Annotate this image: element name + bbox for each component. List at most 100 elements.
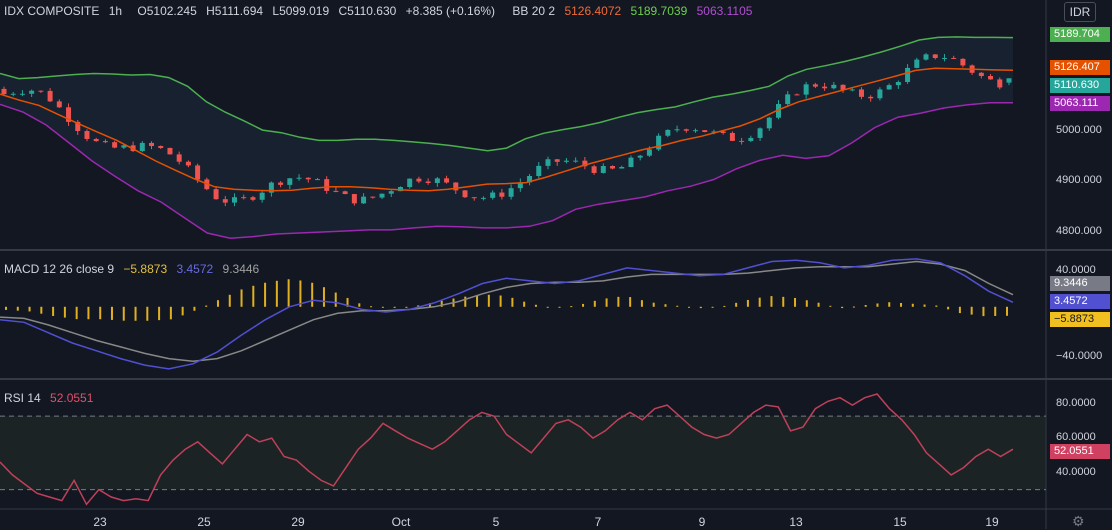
candle-body — [941, 57, 947, 59]
ohlc-open: O5102.245 — [137, 4, 197, 18]
candle-body — [416, 178, 422, 182]
macd-histogram-bar — [688, 306, 691, 308]
candle-body — [434, 178, 440, 183]
macd-histogram-bar — [110, 306, 113, 320]
macd-tick: 40.0000 — [1056, 264, 1096, 276]
time-tick: Oct — [391, 515, 411, 529]
bb-lower-badge: 5063.111 — [1050, 96, 1110, 111]
macd-histogram-bar — [958, 306, 961, 314]
candle-body — [573, 160, 579, 162]
rsi-legend: RSI 14 52.0551 — [4, 391, 99, 405]
rsi-value: 52.0551 — [50, 391, 94, 405]
macd-histogram-bar — [476, 295, 479, 307]
candle-body — [637, 155, 643, 158]
candle-body — [794, 94, 800, 96]
candle-body — [112, 142, 118, 148]
candle-body — [858, 89, 864, 97]
macd-signal-badge: 9.3446 — [1050, 276, 1110, 291]
candle-body — [1, 88, 7, 95]
macd-histogram-bar — [499, 295, 502, 307]
candle-body — [766, 117, 772, 129]
macd-line-badge: 3.4572 — [1050, 294, 1110, 309]
currency-button[interactable]: IDR — [1064, 2, 1096, 22]
macd-signal-value: 9.3446 — [222, 262, 260, 276]
macd-histogram-bar — [699, 306, 702, 309]
macd-histogram-bar — [5, 306, 7, 310]
macd-histogram-bar — [299, 280, 302, 307]
candle-body — [19, 93, 25, 95]
candle-body — [379, 193, 385, 198]
time-tick: 9 — [698, 515, 706, 529]
candle-body — [554, 159, 560, 162]
macd-histogram-bar — [381, 306, 384, 308]
macd-histogram-bar — [322, 287, 325, 307]
macd-histogram-bar — [782, 296, 785, 307]
macd-histogram-bar — [275, 280, 278, 307]
candle-body — [480, 197, 486, 199]
macd-histogram-bar — [558, 306, 561, 308]
macd-histogram-bar — [334, 292, 337, 307]
macd-histogram-bar — [994, 306, 997, 316]
candle-body — [978, 72, 984, 77]
candle-body — [914, 59, 920, 68]
macd-histogram-bar — [511, 297, 514, 307]
macd-histogram-bar — [87, 306, 90, 320]
macd-histogram-bar — [970, 306, 973, 315]
candle-body — [803, 84, 809, 95]
candle-body — [361, 196, 367, 204]
candle-body — [997, 79, 1003, 88]
candle-body — [158, 146, 164, 148]
interval-label[interactable]: 1h — [109, 4, 122, 18]
macd-histogram-bar — [852, 306, 855, 308]
macd-histogram-bar — [629, 297, 632, 307]
macd-histogram-bar — [181, 306, 184, 316]
candle-body — [195, 165, 201, 180]
candle-body — [149, 142, 155, 147]
time-tick: 23 — [93, 515, 107, 529]
macd-histogram-bar — [723, 305, 726, 307]
candle-body — [693, 130, 699, 132]
macd-histogram-bar — [640, 300, 643, 307]
candle-body — [849, 89, 855, 91]
candle-body — [287, 178, 293, 185]
macd-histogram-bar — [805, 300, 808, 307]
macd-histogram-bar — [546, 306, 549, 308]
candle-body — [545, 159, 551, 166]
candle-body — [702, 130, 708, 133]
rsi-band-fill — [0, 416, 1046, 490]
candle-body — [490, 192, 496, 198]
macd-histogram-bar — [264, 282, 267, 307]
candle-body — [351, 194, 357, 204]
macd-histogram-bar — [841, 306, 844, 309]
candle-body — [932, 54, 938, 58]
rsi-tick: 80.0000 — [1056, 397, 1096, 409]
macd-histogram-bar — [75, 306, 78, 320]
candle-body — [47, 90, 53, 102]
candle-body — [314, 179, 320, 181]
ohlc-high: H5111.694 — [206, 4, 264, 18]
macd-histogram-bar — [593, 300, 596, 307]
macd-histogram-bar — [746, 299, 749, 307]
candle-body — [84, 130, 90, 139]
candle-body — [38, 90, 44, 92]
gear-icon[interactable]: ⚙ — [1072, 513, 1085, 530]
macd-histogram-bar — [16, 306, 19, 311]
macd-indicator-label[interactable]: MACD 12 26 close 9 — [4, 262, 114, 276]
macd-legend: MACD 12 26 close 9 −5.8873 3.4572 9.3446 — [4, 262, 265, 276]
macd-histogram-bar — [370, 306, 373, 308]
candle-body — [176, 154, 182, 162]
candle-body — [139, 142, 145, 152]
macd-hist-value: −5.8873 — [123, 262, 168, 276]
rsi-indicator-label[interactable]: RSI 14 — [4, 391, 41, 405]
symbol-name[interactable]: IDX COMPOSITE — [4, 4, 99, 18]
bb-indicator-label[interactable]: BB 20 2 — [512, 4, 555, 18]
macd-tick: −40.0000 — [1056, 350, 1103, 362]
time-tick: 5 — [492, 515, 500, 529]
macd-histogram-bar — [216, 300, 219, 307]
candle-body — [259, 192, 265, 200]
ohlc-low: L5099.019 — [272, 4, 330, 18]
macd-histogram-bar — [146, 306, 149, 321]
price-tick: 5000.000 — [1056, 124, 1102, 136]
macd-histogram-bar — [888, 302, 891, 307]
macd-histogram-bar — [935, 305, 938, 307]
